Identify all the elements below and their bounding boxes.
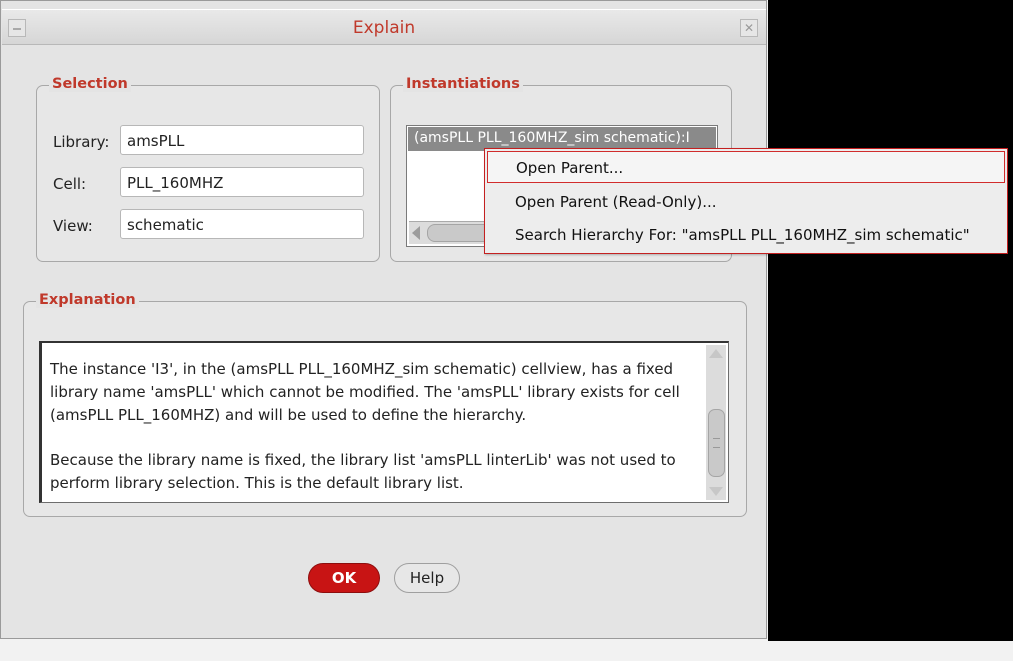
menu-item-open-parent[interactable]: Open Parent... (487, 151, 1005, 183)
explanation-text: The instance 'I3', in the (amsPLL PLL_16… (50, 358, 700, 517)
scrollbar-thumb[interactable] (708, 409, 725, 477)
library-field[interactable]: amsPLL (120, 125, 364, 155)
cell-field[interactable]: PLL_160MHZ (120, 167, 364, 197)
view-field[interactable]: schematic (120, 209, 364, 239)
view-label: View: (53, 217, 93, 235)
explanation-paragraph-1: The instance 'I3', in the (amsPLL PLL_16… (50, 360, 680, 424)
cell-label: Cell: (53, 175, 87, 193)
title-bar[interactable]: Explain ✕ (2, 9, 766, 45)
ok-button[interactable]: OK (308, 563, 380, 593)
explanation-legend: Explanation (36, 292, 139, 308)
instantiations-legend: Instantiations (403, 76, 523, 92)
selection-legend: Selection (49, 76, 131, 92)
window-title: Explain (352, 18, 416, 38)
vertical-scrollbar[interactable] (706, 345, 726, 500)
background-desktop (768, 0, 1013, 641)
scroll-left-icon[interactable] (412, 226, 420, 240)
help-button[interactable]: Help (394, 563, 460, 593)
explanation-paragraph-2: Because the library name is fixed, the l… (50, 451, 676, 492)
library-label: Library: (53, 133, 110, 151)
context-menu: Open Parent... Open Parent (Read-Only)..… (484, 148, 1008, 254)
menu-item-search-hierarchy[interactable]: Search Hierarchy For: "amsPLL PLL_160MHZ… (487, 219, 1005, 251)
scroll-up-icon[interactable] (709, 349, 723, 358)
grip-icon (713, 438, 720, 448)
scroll-down-icon[interactable] (709, 487, 723, 496)
close-icon[interactable]: ✕ (740, 19, 758, 37)
explain-dialog: Explain ✕ Selection Library: amsPLL Cell… (0, 0, 767, 639)
explanation-textarea[interactable]: The instance 'I3', in the (amsPLL PLL_16… (39, 341, 729, 503)
menu-item-open-parent-readonly[interactable]: Open Parent (Read-Only)... (487, 186, 1005, 218)
